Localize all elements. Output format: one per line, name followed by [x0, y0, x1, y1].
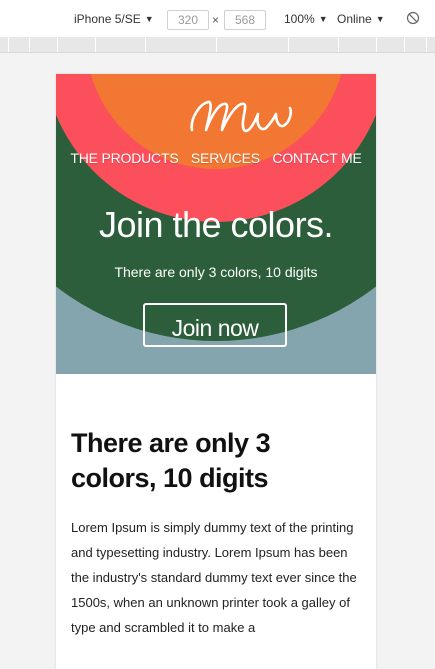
nav-services[interactable]: SERVICES [191, 150, 260, 166]
device-toolbar: iPhone 5/SE ▼ 320 × 568 100% ▼ Online ▼ [0, 0, 435, 38]
rotate-icon[interactable] [406, 11, 420, 25]
hero-subtitle: There are only 3 colors, 10 digits [114, 264, 318, 280]
times-sign: × [212, 13, 220, 27]
zoom-select[interactable]: 100% ▼ [284, 12, 328, 26]
content-section: There are only 3 colors, 10 digits Lorem… [71, 426, 361, 640]
nav-products[interactable]: THE PRODUCTS [70, 150, 178, 166]
section-body: Lorem Ipsum is simply dummy text of the … [71, 520, 357, 635]
width-input[interactable]: 320 [167, 10, 209, 30]
section-heading: There are only 3 colors, 10 digits [71, 428, 271, 493]
device-viewport: THE PRODUCTS SERVICES CONTACT ME Join th… [56, 74, 376, 669]
chevron-down-icon: ▼ [144, 14, 154, 24]
main-nav: THE PRODUCTS SERVICES CONTACT ME [56, 150, 376, 168]
device-name: iPhone 5/SE [74, 12, 141, 26]
chevron-down-icon: ▼ [375, 14, 385, 24]
network-value: Online [337, 12, 372, 26]
network-select[interactable]: Online ▼ [337, 12, 385, 26]
nav-contact[interactable]: CONTACT ME [272, 150, 361, 166]
join-now-button[interactable]: Join now [143, 303, 287, 347]
hero-title: Join the colors. [98, 204, 334, 245]
media-query-ruler[interactable] [0, 37, 435, 53]
height-input[interactable]: 568 [224, 10, 266, 30]
hero-section: THE PRODUCTS SERVICES CONTACT ME Join th… [56, 74, 376, 374]
zoom-value: 100% [284, 12, 315, 26]
device-select[interactable]: iPhone 5/SE ▼ [74, 12, 154, 26]
chevron-down-icon: ▼ [318, 14, 328, 24]
logo[interactable] [186, 90, 296, 140]
